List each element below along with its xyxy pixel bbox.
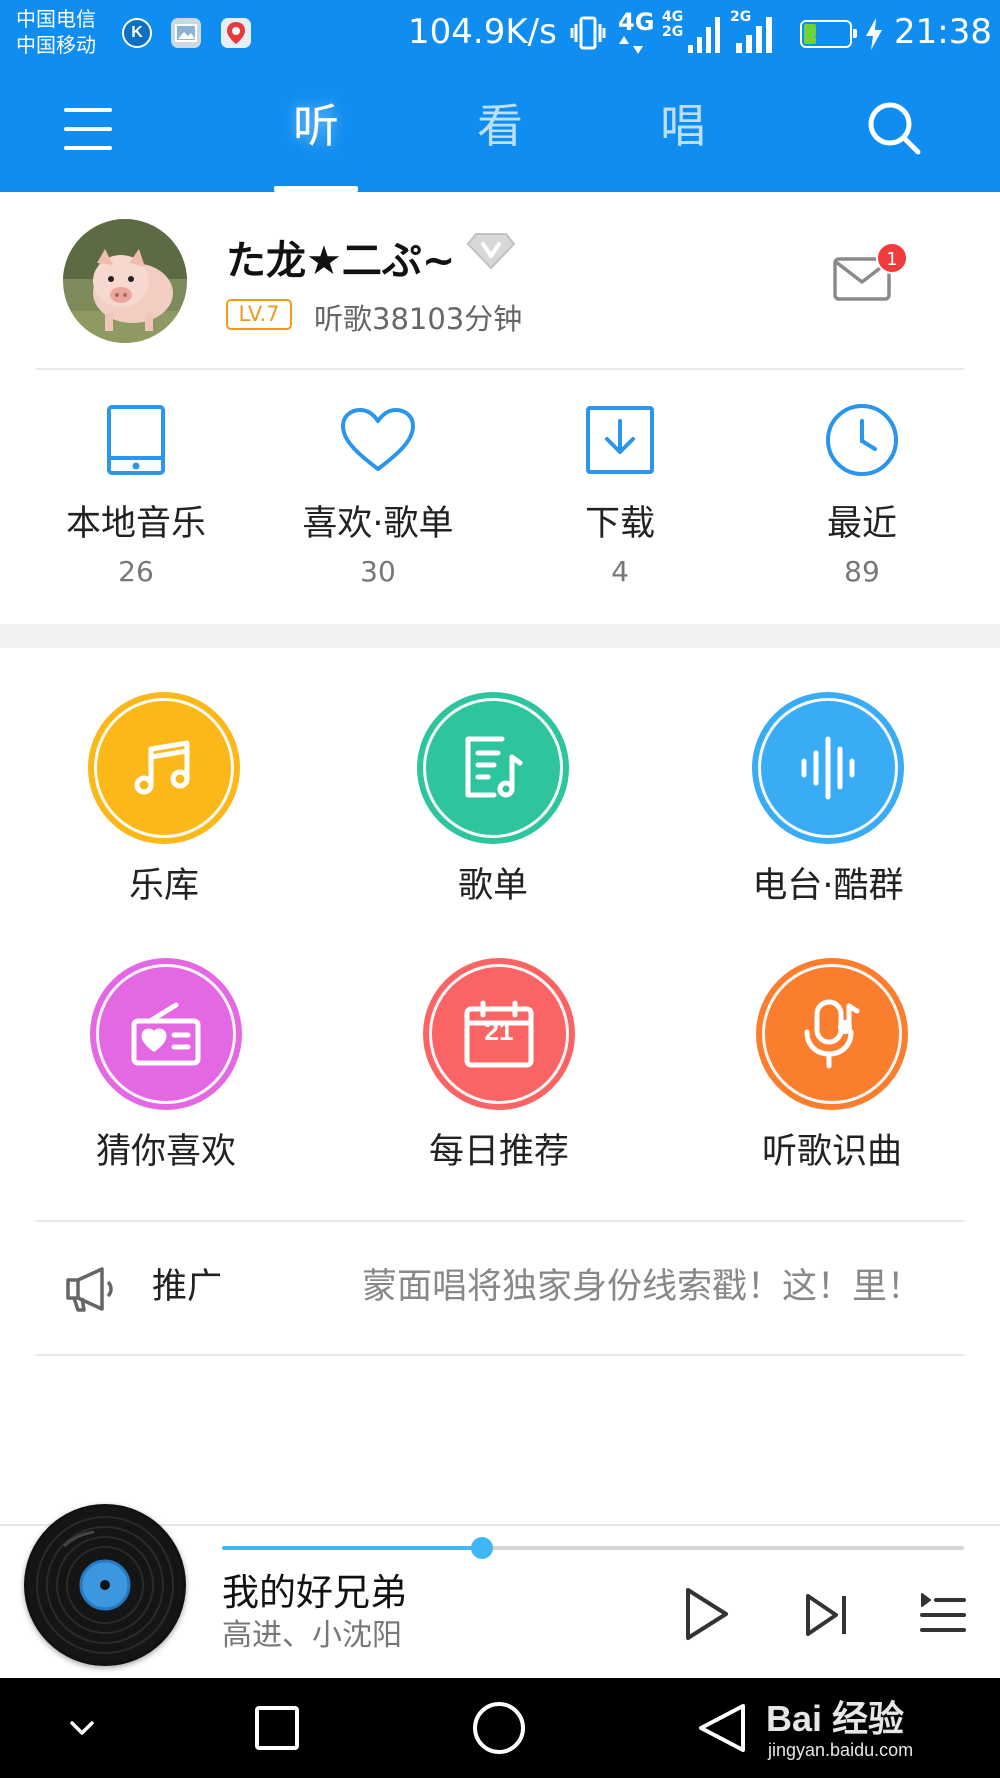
clock: 21:38 [894, 12, 992, 52]
play-icon[interactable] [682, 1586, 732, 1646]
calendar-icon: 21 [423, 958, 575, 1110]
quick-stat-favorites[interactable]: 喜欢·歌单 30 [268, 400, 488, 590]
music-note-icon [88, 692, 240, 844]
feature-label: 电台·酷群 [752, 866, 904, 906]
kugou-app-icon: K [122, 18, 152, 48]
next-icon[interactable] [804, 1592, 850, 1642]
feature-playlists[interactable]: 歌单 [373, 692, 613, 908]
hamburger-menu-icon[interactable] [60, 104, 120, 154]
feature-label: 歌单 [457, 866, 528, 906]
promo-text[interactable]: 蒙面唱将独家身份线索戳！这！里！ [362, 1264, 922, 1310]
vip-diamond-icon[interactable] [466, 232, 516, 274]
quick-stat-count: 89 [844, 555, 880, 588]
recents-square-icon[interactable] [247, 1698, 307, 1758]
divider [36, 1354, 964, 1356]
megaphone-icon [64, 1266, 116, 1316]
tab-watch[interactable]: 看 [450, 94, 550, 158]
quick-stat-downloads[interactable]: 下载 4 [510, 400, 730, 590]
quick-stat-count: 4 [611, 555, 629, 588]
feature-song-recognition[interactable]: 听歌识曲 [712, 958, 952, 1174]
avatar[interactable] [63, 219, 187, 343]
network-type-secondary: 4G 2G [662, 9, 684, 40]
search-icon[interactable] [864, 98, 924, 158]
song-artist: 高进、小沈阳 [222, 1618, 402, 1653]
signal-icon-2 [736, 17, 772, 53]
quick-stat-count: 26 [118, 555, 154, 588]
playlist-icon [417, 692, 569, 844]
charging-icon [866, 18, 882, 50]
active-tab-indicator [274, 186, 358, 192]
divider [36, 1220, 964, 1222]
quick-stat-label: 最近 [826, 504, 897, 544]
mic-music-icon [756, 958, 908, 1110]
network-speed: 104.9K/s [408, 12, 557, 52]
section-separator [0, 624, 1000, 648]
feature-label: 乐库 [128, 866, 199, 906]
feature-label: 猜你喜欢 [95, 1132, 236, 1172]
divider [36, 368, 964, 370]
gallery-app-icon [171, 18, 201, 48]
clock-icon [752, 400, 972, 480]
tablet-icon [26, 400, 246, 480]
status-bar: 中国电信 中国移动 K 104.9K/s 4G 4G 2G 2G 34 21:3… [0, 0, 1000, 68]
signal-icon-1 [688, 17, 720, 53]
carrier-info: 中国电信 中国移动 [16, 6, 96, 58]
feature-music-library[interactable]: 乐库 [44, 692, 284, 908]
progress-fill [222, 1546, 482, 1550]
watermark-bottom: jingyan.baidu.com [768, 1740, 914, 1760]
quick-stat-local-music[interactable]: 本地音乐 26 [26, 400, 246, 590]
battery-level: 34 [813, 21, 839, 43]
carrier-1: 中国电信 [16, 7, 96, 31]
back-triangle-icon[interactable] [692, 1698, 752, 1758]
radio-heart-icon [90, 958, 242, 1110]
level-badge: LV.7 [226, 299, 292, 330]
quick-stat-label: 喜欢·歌单 [302, 504, 454, 544]
feature-radio-groups[interactable]: 电台·酷群 [708, 692, 948, 908]
baidu-jingyan-watermark: Bai 经验 jingyan.baidu.com [766, 1684, 966, 1772]
playlist-queue-icon[interactable] [918, 1592, 966, 1642]
tab-listen[interactable]: 听 [266, 94, 366, 158]
username[interactable]: た龙★二ぷ~ [226, 228, 455, 286]
calendar-day: 21 [484, 1016, 514, 1046]
quick-stat-label: 本地音乐 [65, 504, 206, 544]
network-type-4g: 4G [618, 10, 654, 58]
vibrate-icon [570, 15, 606, 55]
quick-stat-recent[interactable]: 最近 89 [752, 400, 972, 590]
progress-knob[interactable] [470, 1537, 493, 1559]
unread-badge: 1 [876, 242, 908, 274]
feature-guess-you-like[interactable]: 猜你喜欢 [46, 958, 286, 1174]
carrier-2: 中国移动 [16, 33, 96, 57]
feature-label: 每日推荐 [428, 1132, 569, 1172]
tab-sing[interactable]: 唱 [633, 94, 733, 158]
vinyl-disc-icon[interactable] [24, 1504, 186, 1666]
heart-icon [268, 400, 488, 480]
watermark-top: Bai 经验 [766, 1698, 905, 1739]
quick-stat-label: 下载 [584, 504, 655, 544]
home-circle-icon[interactable] [469, 1698, 529, 1758]
download-icon [510, 400, 730, 480]
promo-label: 推广 [152, 1267, 223, 1307]
app-header: 听 看 唱 [0, 68, 1000, 192]
progress-bar[interactable] [222, 1537, 964, 1559]
baidu-map-app-icon [221, 18, 251, 48]
collapse-down-icon[interactable] [52, 1698, 112, 1758]
listen-time: 听歌38103分钟 [314, 302, 523, 336]
song-title: 我的好兄弟 [222, 1571, 407, 1614]
battery-indicator: 34 [800, 20, 857, 48]
soundwave-icon [752, 692, 904, 844]
quick-stat-count: 30 [360, 555, 396, 588]
feature-label: 听歌识曲 [761, 1132, 902, 1172]
feature-daily-recommend[interactable]: 21 每日推荐 [379, 958, 619, 1174]
